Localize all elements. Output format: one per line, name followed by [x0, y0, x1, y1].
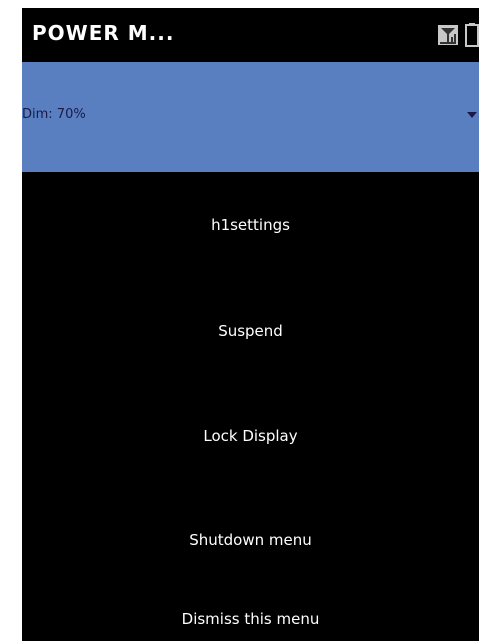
- chevron-down-icon[interactable]: [467, 112, 477, 118]
- power-menu-screen: POWER M... Dim: 70% h1settings Suspend L…: [22, 8, 479, 641]
- menu-item-shutdown-menu[interactable]: Shutdown menu: [22, 531, 479, 549]
- window-title: POWER M...: [32, 21, 175, 45]
- title-bar: POWER M...: [22, 8, 479, 62]
- status-icons: [437, 22, 479, 48]
- menu-item-h1settings[interactable]: h1settings: [22, 216, 479, 234]
- battery-icon: [465, 23, 479, 47]
- menu-item-dismiss[interactable]: Dismiss this menu: [22, 610, 479, 628]
- dim-dropdown[interactable]: Dim: 70%: [22, 62, 479, 172]
- signal-icon: [438, 25, 458, 45]
- dim-label: Dim: 70%: [22, 107, 86, 122]
- menu-item-lock-display[interactable]: Lock Display: [22, 427, 479, 445]
- menu-item-suspend[interactable]: Suspend: [22, 322, 479, 340]
